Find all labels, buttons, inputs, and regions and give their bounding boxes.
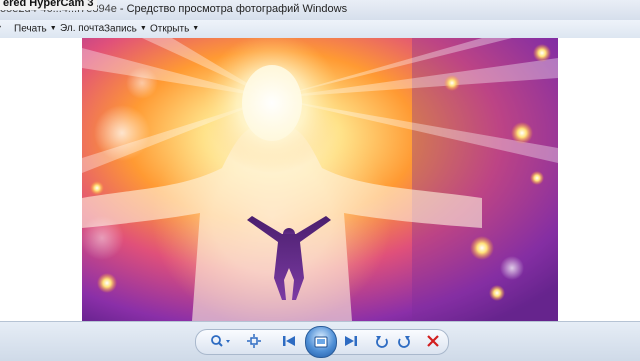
previous-button[interactable] xyxy=(279,332,299,350)
zoom-icon xyxy=(211,335,230,347)
chevron-down-icon: ▼ xyxy=(192,25,200,32)
next-button[interactable] xyxy=(341,332,361,350)
zoom-button[interactable] xyxy=(208,332,234,350)
actual-size-button[interactable] xyxy=(244,332,264,350)
title-bar: o5e2d4-46...4...f7e894e - Средство просм… xyxy=(0,0,640,21)
menu-bar: ▾ Печать▼ Эл. почта Запись▼ Открыть▼ xyxy=(0,20,640,39)
recorder-watermark: ered HyperCam 3 xyxy=(0,0,97,10)
chevron-down-icon: ▼ xyxy=(49,25,57,32)
slideshow-button[interactable] xyxy=(305,326,337,358)
rotate-right-icon xyxy=(398,336,410,348)
menu-email[interactable]: Эл. почта xyxy=(60,22,104,36)
rotate-right-button[interactable] xyxy=(394,332,414,350)
app-title: - Средство просмотра фотографий Windows xyxy=(119,3,348,15)
rotate-left-icon xyxy=(376,336,388,348)
menu-print-label: Печать xyxy=(14,23,47,35)
menu-burn-label: Запись xyxy=(104,23,137,35)
actual-size-icon xyxy=(247,334,261,348)
menu-print[interactable]: Печать ▼ xyxy=(14,22,57,37)
delete-icon xyxy=(427,335,439,347)
control-bar xyxy=(0,321,640,361)
menu-email-label: Эл. почта xyxy=(60,23,105,34)
chevron-down-icon: ▼ xyxy=(139,25,147,32)
rotate-left-button[interactable] xyxy=(372,332,392,350)
delete-button[interactable] xyxy=(423,332,443,350)
next-icon xyxy=(345,336,357,346)
slideshow-icon xyxy=(314,336,328,348)
menu-open-label: Открыть xyxy=(150,23,190,35)
menu-open[interactable]: Открыть ▼ xyxy=(150,22,199,37)
previous-icon xyxy=(283,336,295,346)
menu-burn[interactable]: Запись ▼ xyxy=(104,22,147,37)
displayed-photo[interactable] xyxy=(82,38,558,321)
menu-hidden-edge: ▾ xyxy=(0,22,1,36)
photo-viewer-area xyxy=(0,38,640,321)
